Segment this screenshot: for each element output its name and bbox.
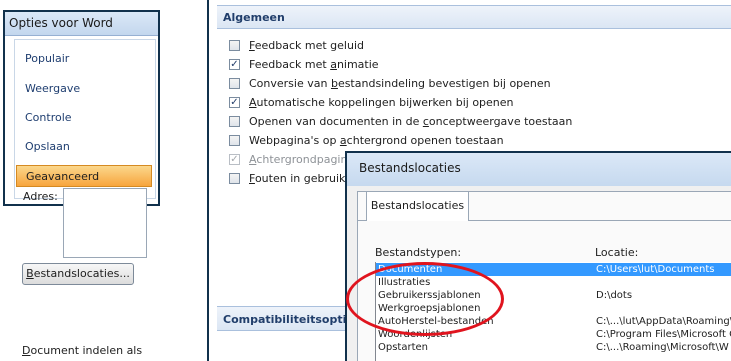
nav-item-geavanceerd[interactable]: Geavanceerd [16,165,152,187]
file-type-row[interactable]: Opstarten C:\...\Roaming\Microsoft\W [376,341,731,354]
option-checkbox[interactable] [229,78,240,89]
column-header-location: Locatie: [595,246,639,259]
option-label: Conversie van bestandsindeling bevestige… [249,76,551,92]
option-row[interactable]: ✓ Feedback met animatie [229,57,729,75]
option-row[interactable]: Conversie van bestandsindeling bevestige… [229,76,729,94]
option-row[interactable]: Webpagina's op achtergrond openen toesta… [229,133,729,151]
option-access-key: b [330,77,338,90]
file-type-location: C:\Users\lut\Documents [596,264,715,275]
option-label: Feedback met animatie [249,57,379,73]
option-label: Openen van documenten in de conceptweerg… [249,114,572,130]
option-label: Achtergrondpagine [249,152,354,168]
option-label-text: onceptweergave toestaan [428,115,573,128]
option-access-key: a [330,58,337,71]
file-type-location: D:\dots [596,290,633,301]
document-layout-label: Document indelen als of [22,344,142,357]
red-annotation-circle [346,262,504,336]
option-row[interactable]: Feedback met geluid [229,38,729,56]
tab-bestandslocaties[interactable]: Bestandslocaties [366,191,469,221]
option-checkbox[interactable]: ✓ [229,59,240,70]
option-label-text: utomatische koppelingen bijwerken bij op… [256,96,514,109]
nav-item-populair[interactable]: Populair [16,48,152,70]
nav-item-weergave[interactable]: Weergave [16,78,152,100]
option-checkbox: ✓ [229,154,240,165]
options-window-title: Opties voor Word [5,12,158,36]
option-checkbox[interactable] [229,40,240,51]
option-label-text: outen in gebruiker [254,172,357,185]
option-label-text: Conversie van [249,77,331,90]
column-header-file-types: Bestandstypen: [375,246,462,259]
button-label: estandslocaties... [33,267,130,280]
file-type-location: C:\...\Roaming\Microsoft\W [596,342,729,353]
option-access-key: A [249,96,257,109]
file-locations-button[interactable]: Bestandslocaties... [22,263,134,285]
button-access-key: B [26,267,34,280]
file-type-name: Opstarten [378,342,428,353]
option-checkbox[interactable] [229,116,240,127]
option-label: Fouten in gebruiker [249,171,356,187]
option-checkbox[interactable] [229,135,240,146]
option-checkbox[interactable]: ✓ [229,97,240,108]
dialog-title: Bestandslocaties [347,153,731,186]
section-header-algemeen: Algemeen [217,5,731,29]
option-label-text: chtergrond openen toestaan [346,134,504,147]
option-label-text: nimatie [336,58,379,71]
option-label-text: estandsindeling bevestigen bij openen [337,77,551,90]
option-row[interactable]: ✓ Automatische koppelingen bijwerken bij … [229,95,729,113]
option-label-text: chtergrondpagine [256,153,355,166]
options-nav-panel: Opties voor Word Populair Weergave Contr… [3,10,160,206]
adres-field[interactable] [63,188,147,258]
file-type-location: C:\Program Files\Microsoft C [596,329,731,340]
option-row[interactable]: Openen van documenten in de conceptweerg… [229,114,729,132]
options-nav-list: Populair Weergave Controle Opslaan Geava… [14,39,156,199]
tab-gap [367,220,468,221]
option-label: Feedback met geluid [249,38,364,54]
option-label-text: Webpagina's op [249,134,340,147]
option-checkbox[interactable] [229,173,240,184]
option-label-text: eedback met geluid [254,39,364,52]
option-label-text: Feedback met [249,58,331,71]
option-label: Webpagina's op achtergrond openen toesta… [249,133,504,149]
file-type-location: C:\...\lut\AppData\Roaming\ [596,316,731,327]
nav-item-opslaan[interactable]: Opslaan [16,136,152,158]
option-access-key: a [339,134,347,147]
option-label: Automatische koppelingen bijwerken bij o… [249,95,514,111]
adres-label: Adres: [23,190,58,203]
label-text: ocument indelen als of [30,344,142,357]
nav-item-controle[interactable]: Controle [16,107,152,129]
option-label-text: Openen van documenten in de [249,115,423,128]
